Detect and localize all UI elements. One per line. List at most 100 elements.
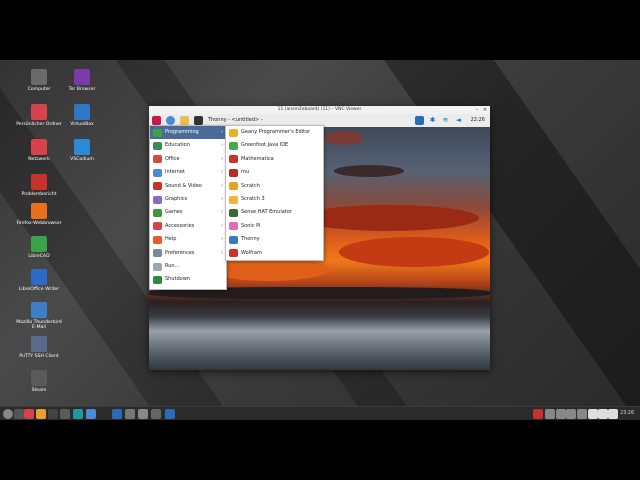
- settings-icon[interactable]: [60, 409, 70, 419]
- desktop-icon-label: Tor Browser: [68, 87, 96, 92]
- menu-item-office[interactable]: Office ›: [150, 153, 226, 166]
- menu-item-shutdown[interactable]: Shutdown: [150, 273, 226, 286]
- menu-item-internet[interactable]: Internet ›: [150, 166, 226, 179]
- terminal-icon[interactable]: [194, 116, 203, 125]
- desktop-icon-virtualbox[interactable]: VirtualBox: [58, 104, 106, 127]
- bluetooth-icon[interactable]: ✱: [428, 116, 437, 125]
- browser-icon[interactable]: [166, 116, 175, 125]
- desktop-icon-writer[interactable]: LibreOffice Writer: [15, 269, 63, 292]
- desktop-icon-label: Problembericht: [21, 192, 57, 197]
- menu-item-label: Internet: [165, 169, 185, 176]
- desktop-icon-label: Steam: [31, 388, 47, 393]
- education-icon: [153, 141, 162, 150]
- menu-item-run[interactable]: Run...: [150, 260, 226, 273]
- menu-item-graphics[interactable]: Graphics ›: [150, 193, 226, 206]
- network-app-icon[interactable]: [138, 409, 148, 419]
- taskbar-thonny-window[interactable]: Thonny - <untitled> -: [208, 116, 263, 125]
- menu-item-label: Programming: [165, 129, 199, 135]
- tray-app-icon[interactable]: [566, 409, 576, 419]
- vnc-titlebar[interactable]: 11 (ansm2eboard) (11) – VNC Viewer – ✕: [149, 106, 490, 114]
- desktop-icon-label: Netzwerk: [28, 157, 50, 162]
- desktop-icon-home-folder[interactable]: Persönlicher Ordner: [15, 104, 63, 127]
- desktop-icon-label: VirtualBox: [70, 122, 94, 127]
- letterbox-bottom: [0, 420, 640, 480]
- desktop-icon-problem-report[interactable]: Problembericht: [15, 174, 63, 197]
- network-icon[interactable]: [608, 409, 618, 419]
- chevron-right-icon: ›: [221, 222, 223, 229]
- desktop-icon-label: PuTTY SSH Client: [19, 354, 59, 359]
- wifi-icon[interactable]: ≋: [441, 116, 450, 125]
- menu-item-programming[interactable]: Programming ›: [150, 126, 226, 140]
- chevron-right-icon: ›: [221, 155, 223, 162]
- shutdown-icon: [153, 275, 162, 284]
- mathematica-icon: [229, 155, 238, 164]
- menu-item-label: Help: [165, 236, 177, 243]
- internet-icon: [153, 168, 162, 177]
- vnc-icon[interactable]: [112, 409, 122, 419]
- desktop-icon-tor[interactable]: Tor Browser: [58, 69, 106, 92]
- menu-item-label: Run...: [165, 263, 180, 269]
- desktop-icon-steam[interactable]: Steam: [15, 370, 63, 393]
- star-icon[interactable]: [588, 409, 598, 419]
- show-desktop-icon[interactable]: [14, 409, 24, 419]
- menu-item-accessories[interactable]: Accessories ›: [150, 220, 226, 233]
- desktop-icon-computer[interactable]: Computer: [15, 69, 63, 92]
- menu-item-thonny[interactable]: Thonny: [226, 233, 323, 246]
- menu-item-sense-hat[interactable]: Sense HAT Emulator: [226, 206, 323, 219]
- menu-item-sound-video[interactable]: Sound & Video ›: [150, 180, 226, 193]
- menu-item-greenfoot[interactable]: Greenfoot Java IDE: [226, 139, 323, 152]
- terminal-icon[interactable]: [48, 409, 58, 419]
- menu-item-education[interactable]: Education ›: [150, 139, 226, 152]
- start-menu-icon[interactable]: [3, 409, 13, 419]
- globe-icon[interactable]: [151, 409, 161, 419]
- programming-icon: [153, 128, 162, 137]
- vnc-tray-icon[interactable]: [415, 116, 424, 125]
- file-manager-icon[interactable]: [180, 116, 189, 125]
- menu-item-sonic-pi[interactable]: Sonic Pi: [226, 220, 323, 233]
- tray-app-icon[interactable]: [556, 409, 566, 419]
- menu-item-label: Shutdown: [165, 276, 190, 283]
- desktop-icon-firefox[interactable]: Firefox-Webbrowser: [15, 203, 63, 226]
- volume-icon[interactable]: ◄: [454, 116, 463, 125]
- desktop-icon-vscodium[interactable]: VSCodium: [58, 139, 106, 162]
- menu-item-preferences[interactable]: Preferences ›: [150, 247, 226, 260]
- menu-item-help[interactable]: Help ›: [150, 233, 226, 246]
- menu-item-mathematica[interactable]: Mathematica: [226, 153, 323, 166]
- games-icon: [153, 208, 162, 217]
- help-icon: [153, 235, 162, 244]
- tray-app-icon[interactable]: [545, 409, 555, 419]
- volume-icon[interactable]: [598, 409, 608, 419]
- app-icon[interactable]: [165, 409, 175, 419]
- geany-icon: [229, 128, 238, 137]
- menu-item-scratch[interactable]: Scratch: [226, 180, 323, 193]
- files-icon[interactable]: [36, 409, 46, 419]
- browser-icon[interactable]: [86, 409, 96, 419]
- desktop-icon-thunderbird[interactable]: Mozilla Thunderbird E-Mail: [15, 302, 63, 331]
- tor-icon: [74, 69, 90, 85]
- raspberry-menu-icon[interactable]: [152, 116, 161, 125]
- menu-item-label: Wolfram: [241, 249, 262, 256]
- arduino-icon[interactable]: [73, 409, 83, 419]
- menu-item-label: Scratch 3: [241, 196, 265, 202]
- desktop-icon-putty[interactable]: PuTTY SSH Client: [15, 336, 63, 359]
- sense-hat-icon: [229, 208, 238, 217]
- minimize-button[interactable]: –: [474, 107, 480, 113]
- menu-item-label: Education: [165, 142, 190, 149]
- desktop-icon-network[interactable]: Netzwerk: [15, 139, 63, 162]
- vnc-viewer-window[interactable]: 11 (ansm2eboard) (11) – VNC Viewer – ✕ T…: [149, 106, 490, 370]
- tray-app-icon[interactable]: [577, 409, 587, 419]
- file-manager-icon[interactable]: [24, 409, 34, 419]
- app-icon[interactable]: [125, 409, 135, 419]
- menu-item-label: mu: [241, 169, 250, 176]
- menu-item-geany[interactable]: Geany Programmer's Editor: [226, 126, 323, 139]
- virtualbox-icon: [74, 104, 90, 120]
- librecad-icon: [31, 236, 47, 252]
- tray-app-icon[interactable]: [533, 409, 543, 419]
- menu-item-wolfram[interactable]: Wolfram: [226, 247, 323, 260]
- desktop-icon-librecad[interactable]: LibreCAD: [15, 236, 63, 259]
- menu-item-games[interactable]: Games ›: [150, 206, 226, 219]
- menu-item-label: Sound & Video: [165, 182, 202, 189]
- menu-item-scratch3[interactable]: Scratch 3: [226, 193, 323, 206]
- menu-item-mu[interactable]: mu: [226, 166, 323, 179]
- close-button[interactable]: ✕: [482, 107, 488, 113]
